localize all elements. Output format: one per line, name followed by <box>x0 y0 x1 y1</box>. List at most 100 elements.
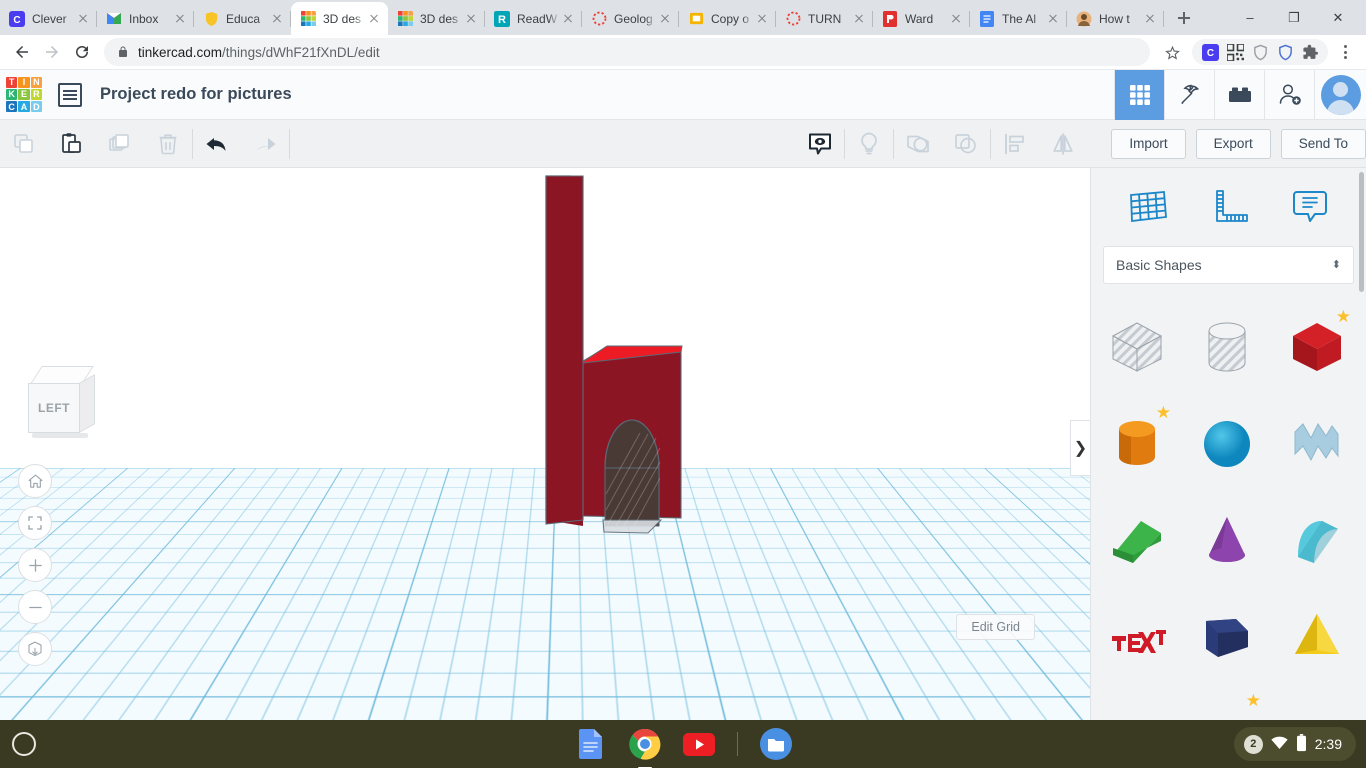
export-button[interactable]: Export <box>1195 128 1271 159</box>
tab-close-icon[interactable] <box>366 11 382 27</box>
clever-extension-icon[interactable]: C <box>1201 43 1219 61</box>
edit-grid-button[interactable]: Edit Grid <box>956 614 1035 640</box>
wifi-icon[interactable] <box>1271 736 1288 753</box>
chrome-icon[interactable] <box>628 728 661 768</box>
snap-grid-select[interactable]: 1/8 in ▲ <box>1004 689 1078 717</box>
tab-close-icon[interactable] <box>657 11 673 27</box>
clock-time[interactable]: 2:39 <box>1315 736 1342 752</box>
ungroup-icon[interactable] <box>942 120 990 168</box>
hole-cylinder-shape[interactable] <box>1183 300 1271 396</box>
browser-tab[interactable]: The Al <box>970 2 1067 35</box>
green-wedge-shape[interactable] <box>1093 492 1181 588</box>
bookmark-star-icon[interactable] <box>1158 38 1186 66</box>
partial-shape-c[interactable] <box>1273 684 1361 720</box>
fit-to-view-icon[interactable] <box>18 506 52 540</box>
yellow-pyramid-shape[interactable] <box>1273 588 1361 684</box>
favorite-star-icon[interactable]: ★ <box>1336 308 1351 325</box>
view-cube-side[interactable] <box>79 374 95 433</box>
partial-shape-a[interactable] <box>1093 684 1181 720</box>
perspective-toggle-icon[interactable] <box>18 632 52 666</box>
tab-close-icon[interactable] <box>851 11 867 27</box>
launcher-button[interactable] <box>12 732 36 756</box>
shape-category-select[interactable]: Basic Shapes ⬍ <box>1103 246 1354 284</box>
tab-close-icon[interactable] <box>172 11 188 27</box>
youtube-icon[interactable] <box>682 728 715 760</box>
forward-icon[interactable] <box>38 38 66 66</box>
reload-icon[interactable] <box>68 38 96 66</box>
battery-icon[interactable] <box>1296 733 1307 755</box>
minimize-button[interactable]: – <box>1228 2 1272 34</box>
google-docs-icon[interactable] <box>575 728 607 760</box>
zoom-in-icon[interactable] <box>18 548 52 582</box>
shield-gray-icon[interactable] <box>1251 43 1269 61</box>
paste-icon[interactable] <box>48 120 96 168</box>
browser-tab[interactable]: Ward <box>873 2 970 35</box>
design-canvas[interactable]: Workplane LEFT Edit Grid Snap Grid 1/8 i… <box>0 168 1090 720</box>
align-icon[interactable] <box>991 120 1039 168</box>
tab-close-icon[interactable] <box>75 11 91 27</box>
back-icon[interactable] <box>8 38 36 66</box>
teal-roof-shape[interactable] <box>1273 492 1361 588</box>
files-icon[interactable] <box>759 728 792 760</box>
note-tool-icon[interactable] <box>1287 183 1333 229</box>
model-3d[interactable] <box>0 168 1090 638</box>
puzzle-extension-icon[interactable] <box>1301 43 1319 61</box>
blue-scribble-shape[interactable] <box>1273 396 1361 492</box>
kebab-menu-icon[interactable] <box>1332 39 1358 65</box>
lego-brick-icon[interactable] <box>1214 69 1264 120</box>
address-bar[interactable]: tinkercad.com/things/dWhF21fXnDL/edit <box>104 38 1150 66</box>
minecraft-pickaxe-icon[interactable] <box>1164 69 1214 120</box>
shapes-scrollbar[interactable] <box>1359 172 1364 292</box>
blue-sphere-shape[interactable] <box>1183 396 1271 492</box>
note-icon[interactable] <box>796 120 844 168</box>
new-tab-button[interactable] <box>1170 4 1198 32</box>
hole-box-shape[interactable] <box>1093 300 1181 396</box>
system-tray[interactable]: 2 2:39 <box>1233 727 1356 761</box>
close-window-button[interactable]: ✕ <box>1316 2 1360 34</box>
home-view-icon[interactable] <box>18 464 52 498</box>
duplicate-icon[interactable] <box>96 120 144 168</box>
browser-tab[interactable]: Copy o <box>679 2 776 35</box>
light-bulb-icon[interactable] <box>845 120 893 168</box>
import-button[interactable]: Import <box>1111 128 1186 159</box>
zoom-out-icon[interactable] <box>18 590 52 624</box>
browser-tab[interactable]: 3D des <box>388 2 485 35</box>
browser-tab[interactable]: Educa <box>194 2 291 35</box>
partial-shape-b[interactable]: ★ <box>1183 684 1271 720</box>
qr-code-icon[interactable] <box>1226 43 1244 61</box>
view-cube[interactable]: LEFT <box>28 366 96 438</box>
tab-close-icon[interactable] <box>560 11 576 27</box>
favorite-star-icon[interactable]: ★ <box>1246 692 1261 709</box>
view-cube-face[interactable]: LEFT <box>28 383 80 433</box>
send-to-button[interactable]: Send To <box>1280 128 1366 159</box>
panel-collapse-toggle[interactable]: ❯ <box>1070 420 1090 476</box>
tab-close-icon[interactable] <box>1045 11 1061 27</box>
red-text-shape[interactable] <box>1093 588 1181 684</box>
mirror-icon[interactable] <box>1039 120 1087 168</box>
blocks-grid-icon[interactable] <box>1114 69 1164 120</box>
browser-tab[interactable]: C Clever <box>0 2 97 35</box>
navy-polygon-shape[interactable] <box>1183 588 1271 684</box>
group-icon[interactable] <box>894 120 942 168</box>
browser-tab[interactable]: R ReadW <box>485 2 582 35</box>
browser-tab[interactable]: How t <box>1067 2 1164 35</box>
tab-close-icon[interactable] <box>1142 11 1158 27</box>
add-person-icon[interactable] <box>1264 69 1314 120</box>
browser-tab[interactable]: Geolog <box>582 2 679 35</box>
hamburger-list-icon[interactable] <box>58 82 82 107</box>
delete-icon[interactable] <box>144 120 192 168</box>
tab-close-icon[interactable] <box>463 11 479 27</box>
tinkercad-logo[interactable]: TINKERCAD <box>6 76 42 113</box>
copy-icon[interactable] <box>0 120 48 168</box>
browser-tab[interactable]: Inbox <box>97 2 194 35</box>
browser-tab[interactable]: 3D des <box>291 2 388 35</box>
shield-blue-icon[interactable] <box>1276 43 1294 61</box>
orange-cylinder-shape[interactable]: ★ <box>1093 396 1181 492</box>
workplane-icon[interactable] <box>1125 183 1171 229</box>
purple-cone-shape[interactable] <box>1183 492 1271 588</box>
favorite-star-icon[interactable]: ★ <box>1156 404 1171 421</box>
ruler-icon[interactable] <box>1206 183 1252 229</box>
undo-icon[interactable] <box>193 120 241 168</box>
notification-badge[interactable]: 2 <box>1243 734 1263 754</box>
tab-close-icon[interactable] <box>754 11 770 27</box>
